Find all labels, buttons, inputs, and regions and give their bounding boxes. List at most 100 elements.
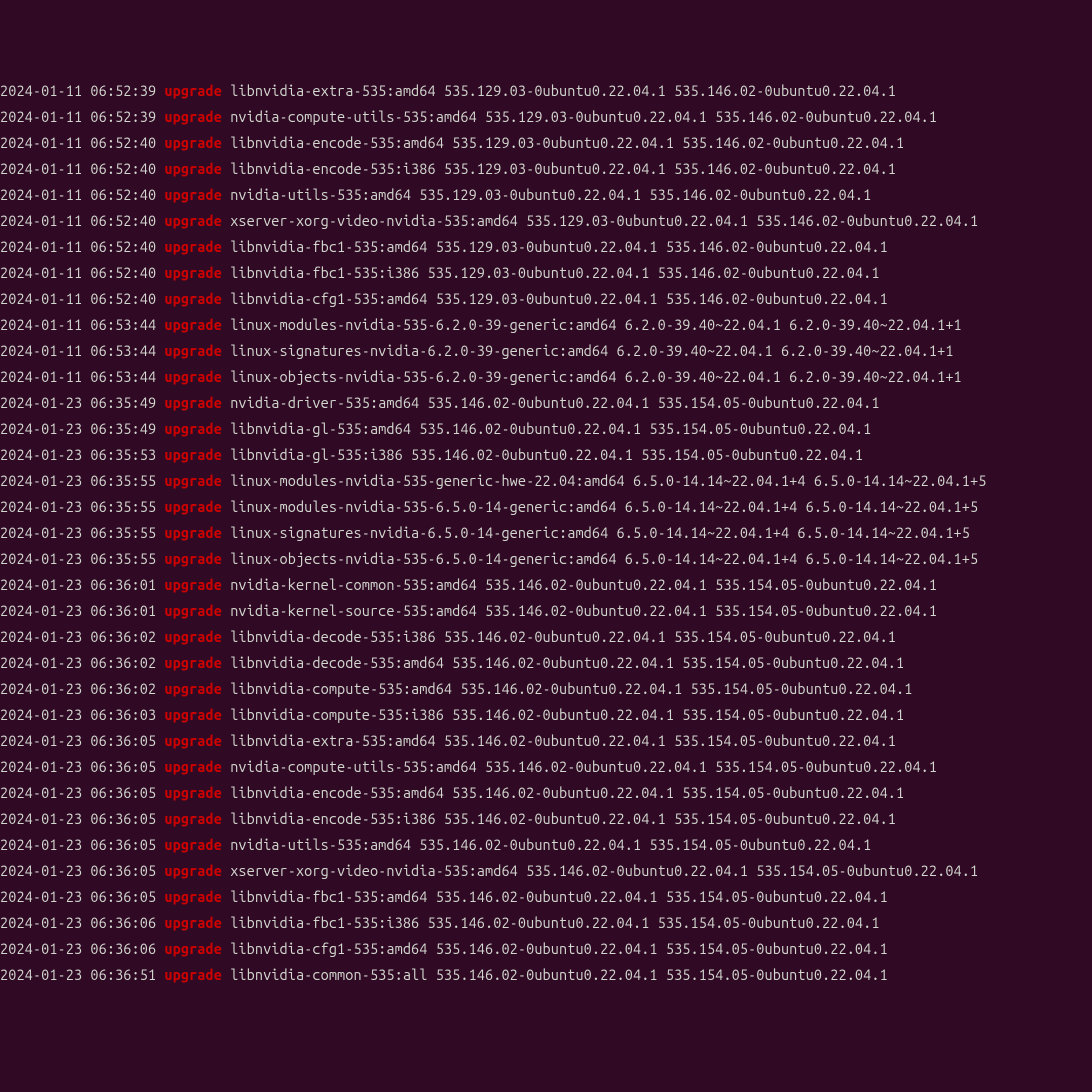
- action-keyword: upgrade: [164, 290, 222, 307]
- action-keyword: upgrade: [164, 368, 222, 385]
- log-line: 2024-01-23 06:36:51 upgrade libnvidia-co…: [0, 962, 1092, 988]
- timestamp: 2024-01-11 06:53:44: [0, 342, 156, 359]
- package-info: nvidia-kernel-common-535:amd64 535.146.0…: [230, 576, 937, 593]
- timestamp: 2024-01-23 06:36:03: [0, 706, 156, 723]
- action-keyword: upgrade: [164, 914, 222, 931]
- timestamp: 2024-01-23 06:36:51: [0, 966, 156, 983]
- package-info: libnvidia-cfg1-535:amd64 535.146.02-0ubu…: [230, 940, 888, 957]
- log-line: 2024-01-11 06:52:40 upgrade xserver-xorg…: [0, 208, 1092, 234]
- timestamp: 2024-01-23 06:36:05: [0, 836, 156, 853]
- timestamp: 2024-01-23 06:36:05: [0, 810, 156, 827]
- log-line: 2024-01-11 06:52:39 upgrade nvidia-compu…: [0, 104, 1092, 130]
- timestamp: 2024-01-11 06:52:40: [0, 290, 156, 307]
- action-keyword: upgrade: [164, 654, 222, 671]
- action-keyword: upgrade: [164, 186, 222, 203]
- log-line: 2024-01-23 06:36:05 upgrade nvidia-utils…: [0, 832, 1092, 858]
- timestamp: 2024-01-23 06:35:55: [0, 550, 156, 567]
- action-keyword: upgrade: [164, 342, 222, 359]
- action-keyword: upgrade: [164, 732, 222, 749]
- log-line: 2024-01-11 06:52:40 upgrade libnvidia-cf…: [0, 286, 1092, 312]
- timestamp: 2024-01-23 06:35:49: [0, 394, 156, 411]
- package-info: libnvidia-extra-535:amd64 535.129.03-0ub…: [230, 82, 896, 99]
- log-line: 2024-01-23 06:36:05 upgrade libnvidia-fb…: [0, 884, 1092, 910]
- timestamp: 2024-01-11 06:52:39: [0, 82, 156, 99]
- log-line: 2024-01-11 06:53:44 upgrade linux-module…: [0, 312, 1092, 338]
- action-keyword: upgrade: [164, 836, 222, 853]
- action-keyword: upgrade: [164, 810, 222, 827]
- timestamp: 2024-01-23 06:36:05: [0, 862, 156, 879]
- package-info: libnvidia-cfg1-535:amd64 535.129.03-0ubu…: [230, 290, 888, 307]
- package-info: libnvidia-compute-535:i386 535.146.02-0u…: [230, 706, 904, 723]
- action-keyword: upgrade: [164, 524, 222, 541]
- timestamp: 2024-01-23 06:36:06: [0, 940, 156, 957]
- timestamp: 2024-01-23 06:36:05: [0, 758, 156, 775]
- timestamp: 2024-01-11 06:52:40: [0, 160, 156, 177]
- action-keyword: upgrade: [164, 784, 222, 801]
- timestamp: 2024-01-23 06:36:01: [0, 576, 156, 593]
- package-info: libnvidia-encode-535:amd64 535.146.02-0u…: [230, 784, 904, 801]
- log-line: 2024-01-11 06:53:44 upgrade linux-object…: [0, 364, 1092, 390]
- action-keyword: upgrade: [164, 108, 222, 125]
- action-keyword: upgrade: [164, 238, 222, 255]
- package-info: nvidia-utils-535:amd64 535.129.03-0ubunt…: [230, 186, 871, 203]
- action-keyword: upgrade: [164, 264, 222, 281]
- timestamp: 2024-01-23 06:36:02: [0, 654, 156, 671]
- timestamp: 2024-01-23 06:35:49: [0, 420, 156, 437]
- timestamp: 2024-01-11 06:52:40: [0, 238, 156, 255]
- package-info: xserver-xorg-video-nvidia-535:amd64 535.…: [230, 862, 978, 879]
- timestamp: 2024-01-23 06:35:55: [0, 498, 156, 515]
- package-info: libnvidia-decode-535:amd64 535.146.02-0u…: [230, 654, 904, 671]
- log-line: 2024-01-11 06:52:40 upgrade nvidia-utils…: [0, 182, 1092, 208]
- timestamp: 2024-01-23 06:36:01: [0, 602, 156, 619]
- timestamp: 2024-01-23 06:36:05: [0, 732, 156, 749]
- action-keyword: upgrade: [164, 758, 222, 775]
- package-info: linux-modules-nvidia-535-6.2.0-39-generi…: [230, 316, 962, 333]
- package-info: libnvidia-fbc1-535:i386 535.129.03-0ubun…: [230, 264, 879, 281]
- log-line: 2024-01-23 06:36:05 upgrade xserver-xorg…: [0, 858, 1092, 884]
- package-info: linux-modules-nvidia-535-generic-hwe-22.…: [230, 472, 986, 489]
- log-line: 2024-01-11 06:52:40 upgrade libnvidia-en…: [0, 130, 1092, 156]
- package-info: libnvidia-common-535:all 535.146.02-0ubu…: [230, 966, 888, 983]
- log-line: 2024-01-11 06:52:40 upgrade libnvidia-fb…: [0, 260, 1092, 286]
- log-line: 2024-01-23 06:36:01 upgrade nvidia-kerne…: [0, 572, 1092, 598]
- package-info: libnvidia-compute-535:amd64 535.146.02-0…: [230, 680, 912, 697]
- action-keyword: upgrade: [164, 394, 222, 411]
- package-info: libnvidia-fbc1-535:i386 535.146.02-0ubun…: [230, 914, 879, 931]
- log-line: 2024-01-23 06:35:55 upgrade linux-module…: [0, 468, 1092, 494]
- package-info: linux-objects-nvidia-535-6.5.0-14-generi…: [230, 550, 978, 567]
- log-line: 2024-01-23 06:36:02 upgrade libnvidia-co…: [0, 676, 1092, 702]
- timestamp: 2024-01-11 06:52:40: [0, 134, 156, 151]
- timestamp: 2024-01-11 06:52:40: [0, 212, 156, 229]
- terminal-output[interactable]: 2024-01-11 06:52:39 upgrade libnvidia-ex…: [0, 78, 1092, 988]
- log-line: 2024-01-23 06:36:02 upgrade libnvidia-de…: [0, 624, 1092, 650]
- action-keyword: upgrade: [164, 602, 222, 619]
- log-line: 2024-01-23 06:35:55 upgrade linux-object…: [0, 546, 1092, 572]
- timestamp: 2024-01-23 06:36:05: [0, 784, 156, 801]
- log-line: 2024-01-23 06:35:53 upgrade libnvidia-gl…: [0, 442, 1092, 468]
- package-info: nvidia-compute-utils-535:amd64 535.146.0…: [230, 758, 937, 775]
- package-info: libnvidia-encode-535:amd64 535.129.03-0u…: [230, 134, 904, 151]
- package-info: linux-modules-nvidia-535-6.5.0-14-generi…: [230, 498, 978, 515]
- log-line: 2024-01-23 06:35:55 upgrade linux-module…: [0, 494, 1092, 520]
- package-info: nvidia-kernel-source-535:amd64 535.146.0…: [230, 602, 937, 619]
- log-line: 2024-01-23 06:35:49 upgrade nvidia-drive…: [0, 390, 1092, 416]
- log-line: 2024-01-23 06:36:05 upgrade libnvidia-en…: [0, 780, 1092, 806]
- log-line: 2024-01-11 06:52:40 upgrade libnvidia-en…: [0, 156, 1092, 182]
- log-line: 2024-01-11 06:53:44 upgrade linux-signat…: [0, 338, 1092, 364]
- log-line: 2024-01-23 06:36:05 upgrade nvidia-compu…: [0, 754, 1092, 780]
- log-line: 2024-01-23 06:35:49 upgrade libnvidia-gl…: [0, 416, 1092, 442]
- action-keyword: upgrade: [164, 160, 222, 177]
- package-info: linux-signatures-nvidia-6.5.0-14-generic…: [230, 524, 970, 541]
- action-keyword: upgrade: [164, 576, 222, 593]
- log-line: 2024-01-11 06:52:39 upgrade libnvidia-ex…: [0, 78, 1092, 104]
- action-keyword: upgrade: [164, 472, 222, 489]
- timestamp: 2024-01-23 06:35:53: [0, 446, 156, 463]
- log-line: 2024-01-23 06:36:06 upgrade libnvidia-cf…: [0, 936, 1092, 962]
- package-info: nvidia-driver-535:amd64 535.146.02-0ubun…: [230, 394, 879, 411]
- timestamp: 2024-01-11 06:53:44: [0, 368, 156, 385]
- log-line: 2024-01-23 06:36:05 upgrade libnvidia-en…: [0, 806, 1092, 832]
- action-keyword: upgrade: [164, 316, 222, 333]
- package-info: xserver-xorg-video-nvidia-535:amd64 535.…: [230, 212, 978, 229]
- log-line: 2024-01-23 06:35:55 upgrade linux-signat…: [0, 520, 1092, 546]
- timestamp: 2024-01-23 06:36:05: [0, 888, 156, 905]
